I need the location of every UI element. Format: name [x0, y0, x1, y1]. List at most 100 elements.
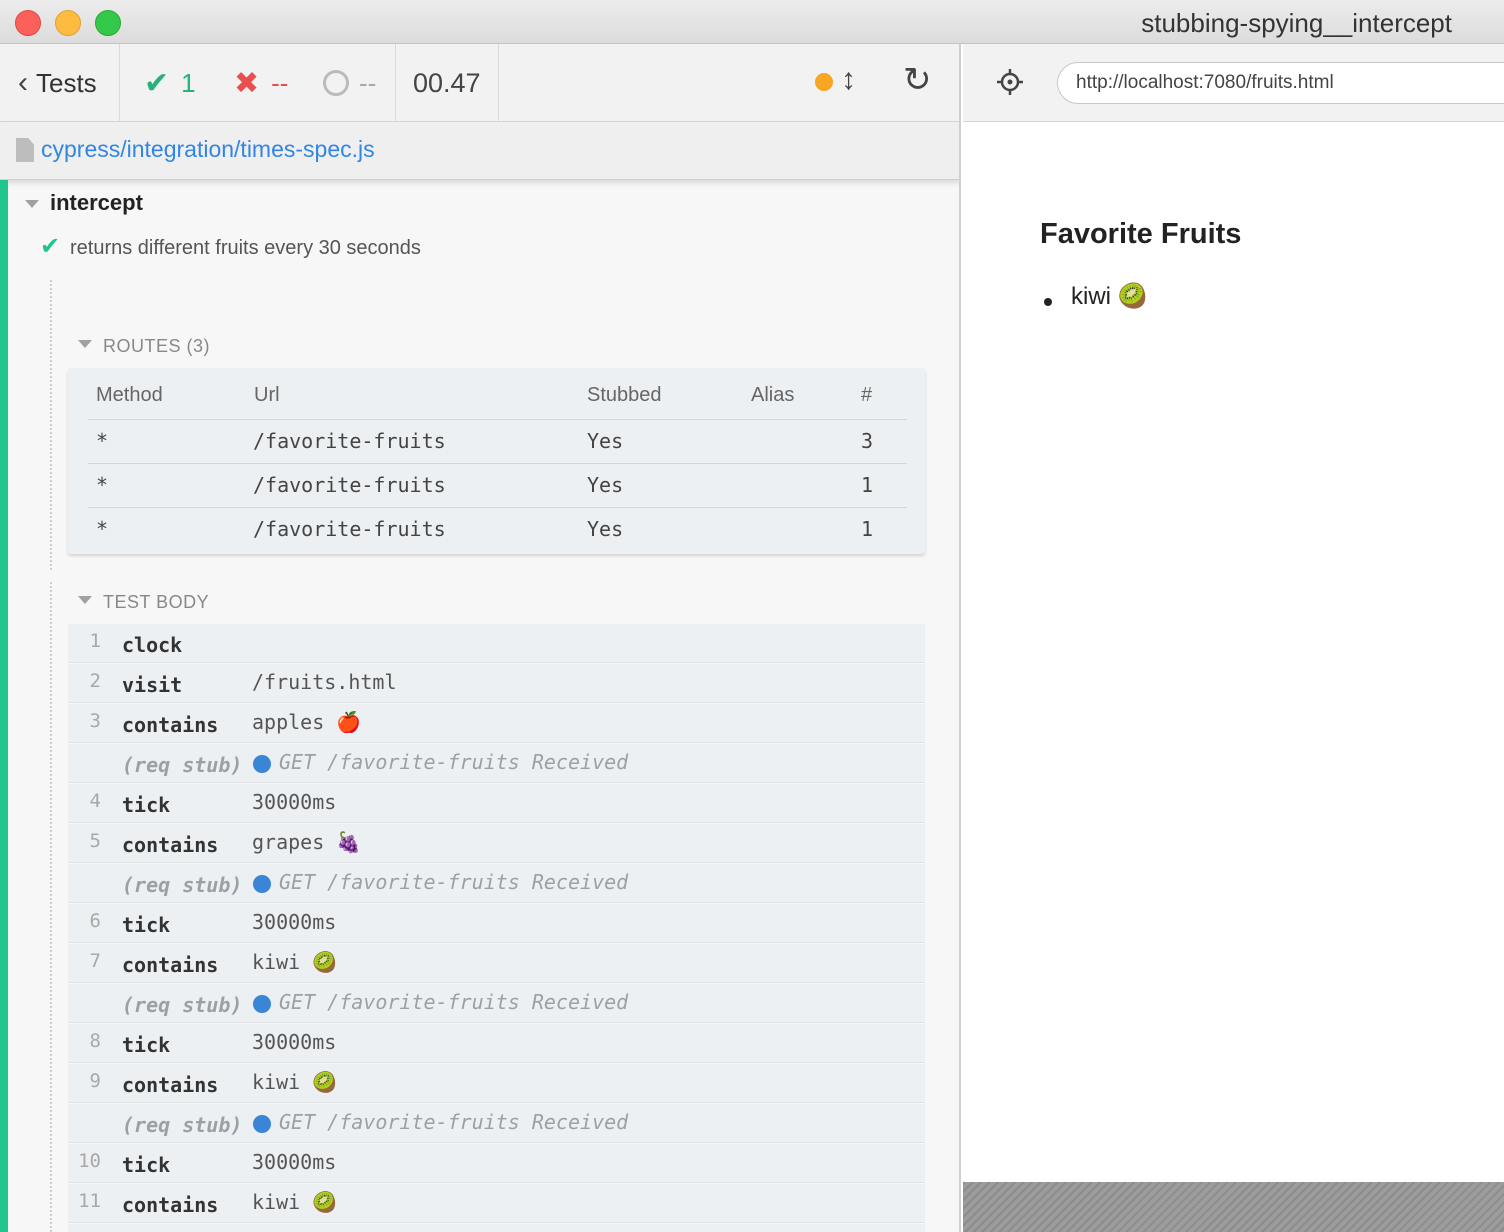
command-message: GET /favorite-fruits Received [279, 750, 629, 774]
command-number: 8 [89, 1030, 101, 1052]
command-number: 6 [89, 910, 101, 932]
passed-rail [0, 180, 8, 1232]
minimize-window-button[interactable] [55, 10, 81, 36]
command-log-row[interactable]: 11 contains kiwi 🥝 [68, 1184, 925, 1223]
command-name: tick [122, 1033, 171, 1057]
command-message: GET /favorite-fruits Received [279, 870, 629, 894]
command-log-row[interactable]: 9 contains kiwi 🥝 [68, 1064, 925, 1103]
command-number: 1 [89, 630, 101, 652]
check-icon: ✔ [144, 66, 170, 100]
suite-title[interactable]: intercept [50, 190, 143, 216]
command-message: kiwi 🥝 [252, 1190, 338, 1214]
command-name: tick [122, 1153, 171, 1177]
pending-count: -- [359, 67, 377, 98]
command-message: kiwi 🥝 [252, 1070, 338, 1094]
command-log-row[interactable]: 1 clock [68, 624, 925, 663]
failed-stat: ✖ -- [234, 44, 288, 122]
command-message: apples 🍎 [252, 710, 362, 734]
command-name: (req stub) [122, 753, 243, 777]
command-name: contains [122, 713, 219, 737]
divider [395, 44, 396, 122]
runnables: intercept ✔ returns different fruits eve… [0, 180, 959, 1232]
command-log-row[interactable]: 8 tick 30000ms [68, 1024, 925, 1063]
reload-icon[interactable]: ↻ [903, 60, 932, 100]
command-name: contains [122, 1193, 219, 1217]
divider [88, 507, 907, 508]
route-count: 3 [861, 429, 874, 453]
duration: 00.47 [413, 67, 481, 98]
command-message: 30000ms [252, 790, 337, 814]
route-url: /favorite-fruits [253, 429, 446, 453]
divider [50, 582, 52, 1232]
status-dot-icon [253, 875, 271, 893]
command-message: GET /favorite-fruits Received [279, 990, 629, 1014]
url-bar[interactable]: http://localhost:7080/fruits.html [1057, 62, 1504, 104]
command-number: 3 [89, 710, 101, 732]
passed-count: 1 [181, 67, 196, 98]
divider [119, 44, 120, 122]
reporter-pane: ‹ Tests ✔ 1 ✖ -- -- 00.47 ↕ ↻ cypress/in… [0, 44, 961, 1232]
circle-icon [323, 70, 349, 96]
aut-iframe: Favorite Fruits kiwi 🥝 [963, 122, 1504, 1182]
command-log-row[interactable]: 7 contains kiwi 🥝 [68, 944, 925, 983]
status-dot-icon [253, 755, 271, 773]
passed-stat: ✔ 1 [144, 44, 196, 122]
url-text: http://localhost:7080/fruits.html [1076, 72, 1334, 93]
window-titlebar: stubbing-spying__intercept [0, 0, 1504, 44]
command-log-event-row[interactable]: (req stub)GET /favorite-fruits Received [68, 1224, 925, 1232]
spec-path-link[interactable]: cypress/integration/times-spec.js [41, 136, 375, 163]
x-icon: ✖ [234, 66, 260, 100]
tests-back-button[interactable]: ‹ Tests [18, 44, 97, 122]
command-number: 9 [89, 1070, 101, 1092]
command-log-event-row[interactable]: (req stub) GET /favorite-fruits Received [68, 984, 925, 1023]
command-log-event-row[interactable]: (req stub) GET /favorite-fruits Received [68, 1104, 925, 1143]
command-name: visit [122, 673, 183, 697]
command-name: (req stub) [122, 873, 243, 897]
column-header-stubbed: Stubbed [587, 384, 662, 406]
route-method: * [96, 517, 109, 541]
command-message: GET /favorite-fruits Received [279, 1110, 629, 1134]
column-header-method: Method [96, 384, 163, 406]
command-name: clock [122, 633, 183, 657]
test-body-caret-icon[interactable] [78, 596, 92, 604]
status-dot-icon [253, 995, 271, 1013]
file-icon [16, 138, 34, 162]
command-log-row[interactable]: 6 tick 30000ms [68, 904, 925, 943]
tests-label: Tests [36, 67, 97, 98]
routes-caret-icon[interactable] [78, 340, 92, 348]
page-title: Favorite Fruits [1040, 218, 1242, 250]
command-log-event-row[interactable]: (req stub) GET /favorite-fruits Received [68, 864, 925, 903]
aut-header: http://localhost:7080/fruits.html [963, 44, 1504, 122]
command-name: tick [122, 913, 171, 937]
route-stubbed: Yes [587, 473, 624, 497]
command-name: (req stub) [122, 993, 243, 1017]
route-stubbed: Yes [587, 517, 624, 541]
reporter-header: ‹ Tests ✔ 1 ✖ -- -- 00.47 ↕ ↻ [0, 44, 959, 122]
command-message: 30000ms [252, 910, 337, 934]
command-log-row[interactable]: 2 visit/fruits.html [68, 664, 925, 703]
updown-arrows-icon[interactable]: ↕ [841, 63, 856, 97]
zoom-window-button[interactable] [95, 10, 121, 36]
pending-stat: -- [323, 44, 376, 122]
command-message: 30000ms [252, 1030, 337, 1054]
suite-caret-icon[interactable] [25, 200, 39, 208]
command-log-row[interactable]: 4 tick 30000ms [68, 784, 925, 823]
command-name: (req stub) [122, 1113, 243, 1137]
command-log-row[interactable]: 5 contains grapes 🍇 [68, 824, 925, 863]
close-window-button[interactable] [15, 10, 41, 36]
list-item: kiwi 🥝 [1071, 283, 1148, 310]
route-count: 1 [861, 473, 874, 497]
command-name: contains [122, 833, 219, 857]
command-log-row[interactable]: 3 contains apples 🍎 [68, 704, 925, 743]
crosshair-icon[interactable] [997, 69, 1023, 95]
routes-label[interactable]: ROUTES (3) [103, 336, 210, 357]
test-body-label[interactable]: TEST BODY [103, 592, 209, 613]
command-number: 7 [89, 950, 101, 972]
divider [498, 44, 499, 122]
command-log-event-row[interactable]: (req stub) GET /favorite-fruits Received [68, 744, 925, 783]
status-dot-icon [815, 73, 833, 91]
test-title[interactable]: returns different fruits every 30 second… [70, 237, 421, 260]
route-stubbed: Yes [587, 429, 624, 453]
command-log-row[interactable]: 10 tick 30000ms [68, 1144, 925, 1183]
viewport-background [963, 1182, 1504, 1232]
